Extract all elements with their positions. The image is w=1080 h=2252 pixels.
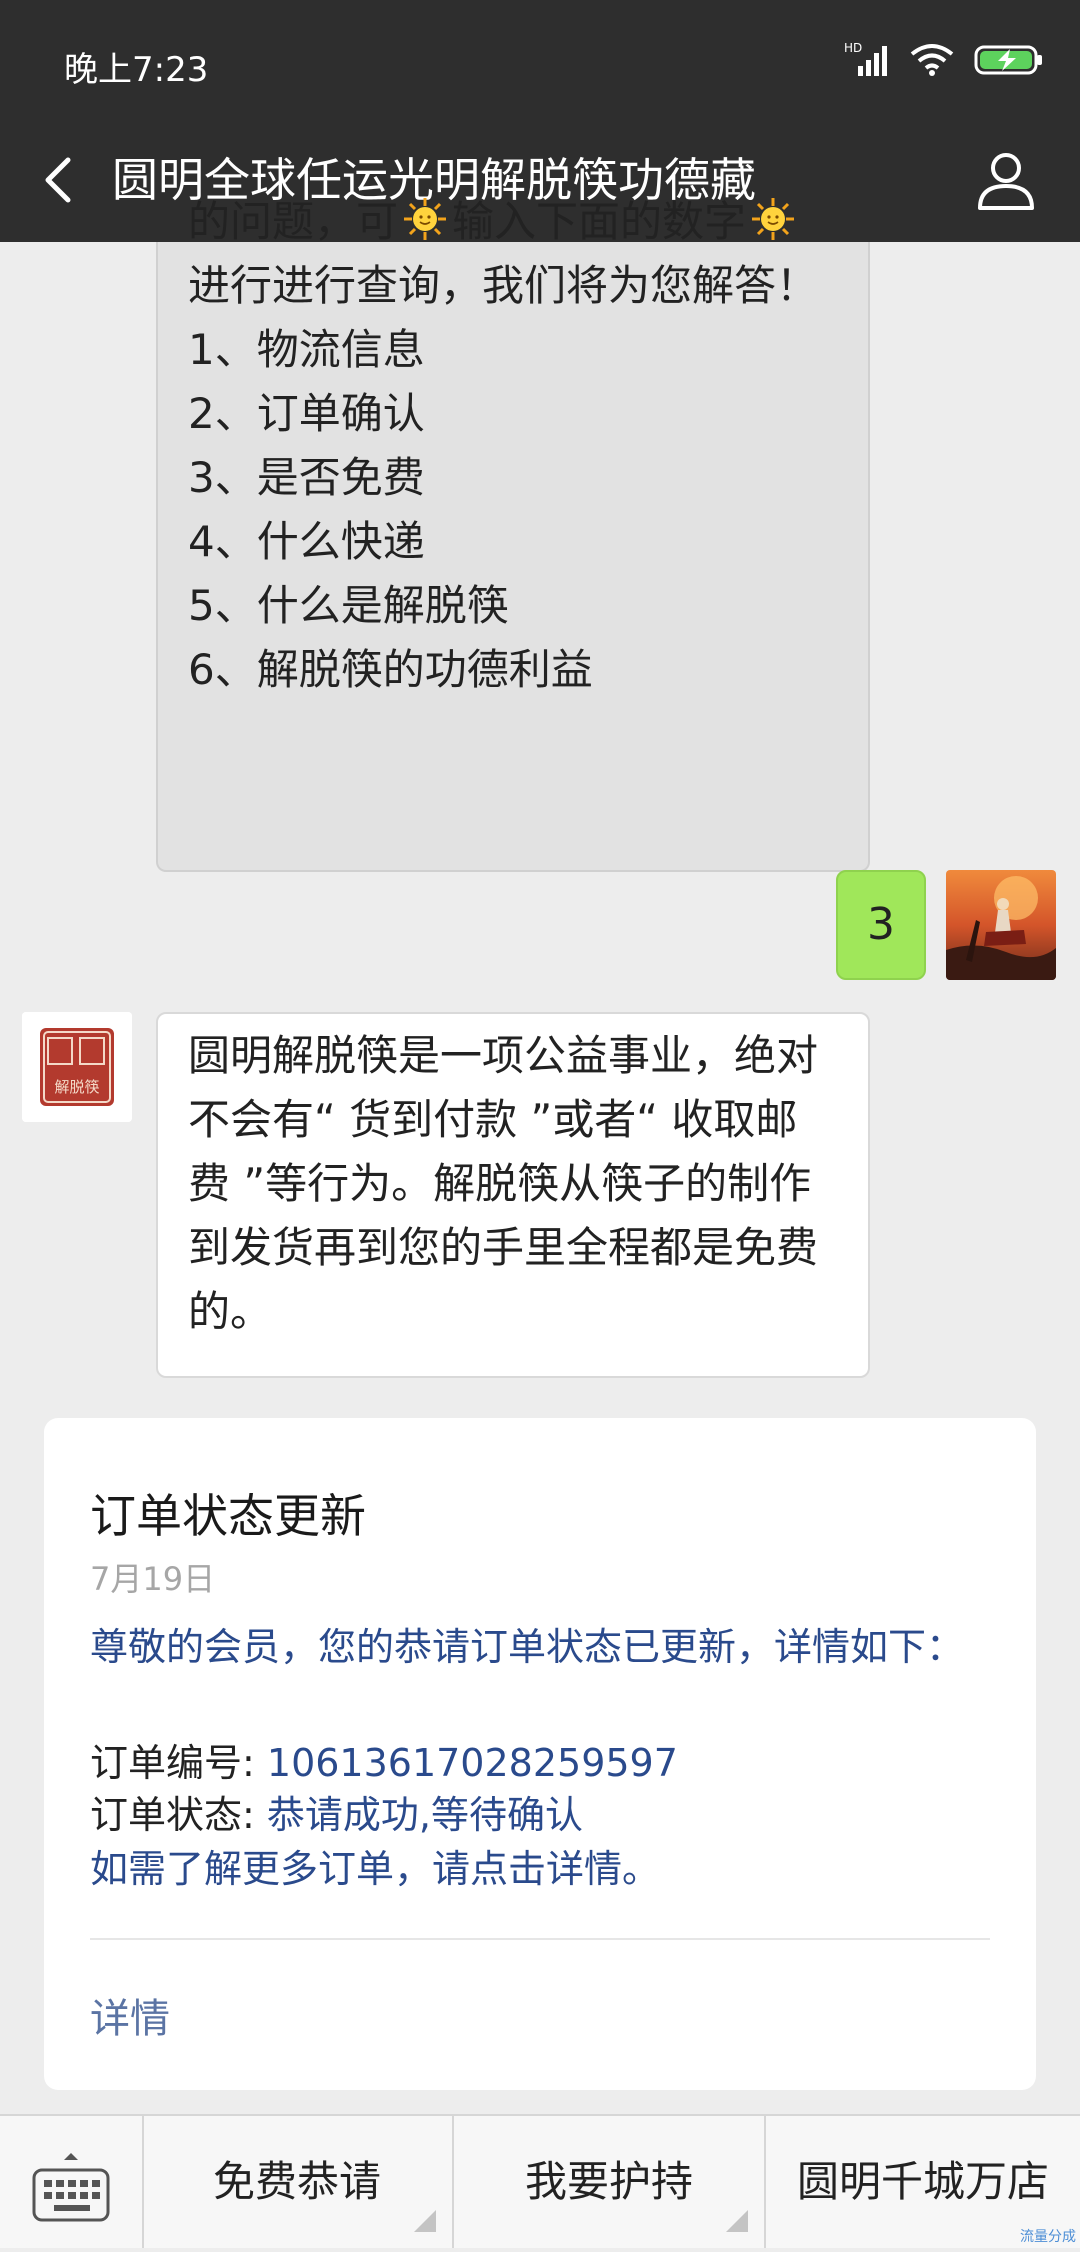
watermark-text: 流量分成 <box>1020 2229 1076 2245</box>
submenu-corner-icon <box>414 2210 436 2232</box>
bot-answer-line: 的。 <box>188 1287 273 1336</box>
back-arrow-icon[interactable] <box>32 150 92 210</box>
sun-emoji-icon <box>752 198 795 240</box>
logo-seal-icon: 解脱筷 圆明 <box>22 1012 132 1122</box>
order-status-value: 恭请成功,等待确认 <box>266 1793 583 1837</box>
submenu-corner-icon <box>726 2210 748 2232</box>
bot-menu-line-1: 的问题，可 输入下面的数字 <box>188 190 838 254</box>
card-divider <box>90 1938 990 1940</box>
menu-item-label: 圆明千城万店 <box>796 2157 1049 2206</box>
order-number-label: 订单编号: <box>90 1741 267 1785</box>
menu-option: 2、订单确认 <box>188 389 425 438</box>
signal-icon: HD <box>844 41 887 76</box>
bottom-menu-bar: 免费恭请 我要护持 圆明千城万店 流量分成 <box>0 2114 1080 2248</box>
user-avatar-image <box>946 870 1056 980</box>
menu-option: 4、什么快递 <box>188 517 425 566</box>
details-link[interactable]: 详情 <box>90 1986 170 2044</box>
user-message-text: 3 <box>867 899 895 950</box>
status-bar: 晚上7:23 HD <box>0 0 1080 120</box>
profile-icon[interactable] <box>974 148 1038 212</box>
bot-menu-bubble: 的问题，可 输入下面的数字 进行进行查询，我们将为您解答！ 1、物流信息 2、订 <box>156 197 870 872</box>
menu-option: 1、物流信息 <box>188 325 425 374</box>
order-number-value: 10613617028259597 <box>266 1741 678 1785</box>
menu-item-free-request[interactable]: 免费恭请 <box>142 2116 454 2248</box>
network-label: HD <box>844 41 862 55</box>
order-number-row: 订单编号: 10613617028259597 <box>90 1732 678 1787</box>
card-date: 7月19日 <box>90 1560 216 1598</box>
status-time: 晚上7:23 <box>64 50 209 90</box>
official-account-avatar[interactable]: 解脱筷 圆明 <box>22 1012 132 1122</box>
bot-menu-line-2: 进行进行查询，我们将为您解答！ <box>188 261 819 310</box>
battery-charging-icon <box>974 45 1042 75</box>
sun-emoji-icon <box>404 198 447 240</box>
bot-answer-bubble: 圆明解脱筷是一项公益事业，绝对 不会有“ 货到付款 ”或者“ 收取邮 费 ”等行… <box>156 1012 870 1378</box>
keyboard-icon <box>32 2153 110 2222</box>
menu-item-label: 我要护持 <box>524 2157 693 2206</box>
keyboard-toggle-button[interactable] <box>0 2116 144 2248</box>
menu-item-label: 免费恭请 <box>212 2157 381 2206</box>
menu-item-support[interactable]: 我要护持 <box>454 2116 766 2248</box>
menu-option: 3、是否免费 <box>188 453 425 502</box>
order-status-label: 订单状态: <box>90 1793 267 1837</box>
status-icons: HD <box>844 40 1044 80</box>
bot-answer-line: 到发货再到您的手里全程都是免费 <box>188 1223 819 1272</box>
menu-option: 5、什么是解脱筷 <box>188 581 509 630</box>
wifi-icon <box>910 44 954 76</box>
svg-text:解脱筷: 解脱筷 <box>54 1078 99 1096</box>
user-message-bubble[interactable]: 3 <box>836 870 926 980</box>
card-note: 如需了解更多订单，请点击详情。 <box>90 1847 661 1891</box>
bot-answer-line: 费 ”等行为。解脱筷从筷子的制作 <box>188 1159 812 1208</box>
bot-answer-line: 不会有“ 货到付款 ”或者“ 收取邮 <box>188 1095 798 1144</box>
bot-answer-line: 圆明解脱筷是一项公益事业，绝对 <box>188 1031 819 1080</box>
card-greeting: 尊敬的会员，您的恭请订单状态已更新，详情如下： <box>90 1625 965 1669</box>
order-status-card[interactable]: 订单状态更新 7月19日 尊敬的会员，您的恭请订单状态已更新，详情如下： 订单编… <box>44 1418 1036 2090</box>
card-title: 订单状态更新 <box>90 1489 366 1543</box>
user-avatar[interactable] <box>946 870 1056 980</box>
menu-option: 6、解脱筷的功德利益 <box>188 645 593 694</box>
order-status-row: 订单状态: 恭请成功,等待确认 <box>90 1784 583 1839</box>
